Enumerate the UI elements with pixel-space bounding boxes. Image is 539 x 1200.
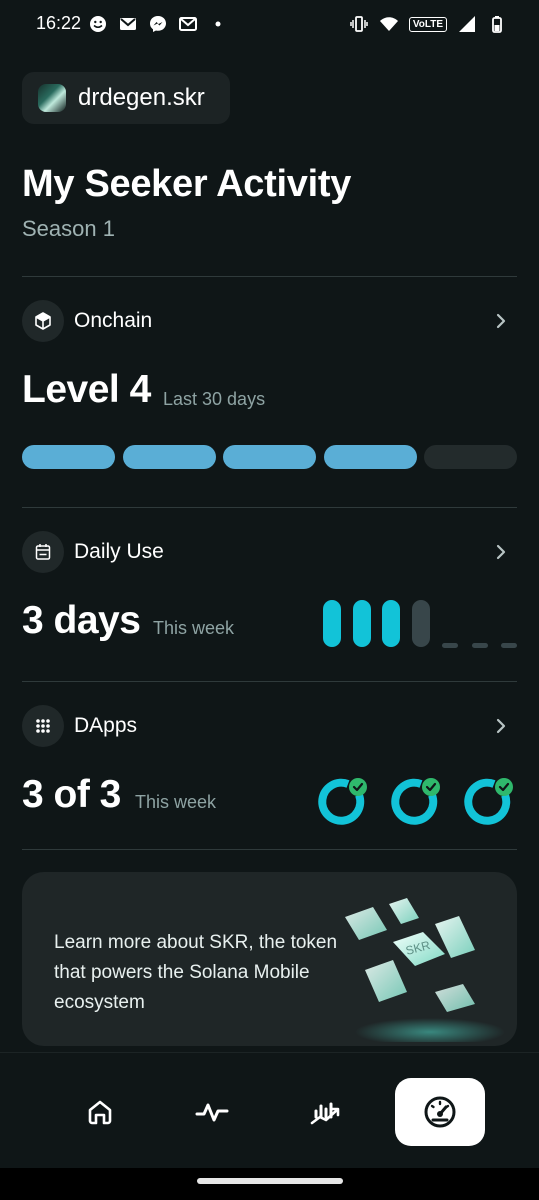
dapp-complete-ring-icon xyxy=(391,778,440,825)
wifi-icon xyxy=(379,17,398,31)
gesture-area xyxy=(0,1168,539,1200)
chevron-right-icon xyxy=(496,313,506,329)
calendar-icon xyxy=(35,544,51,560)
gmail-outline-icon xyxy=(179,17,197,31)
nav-home[interactable] xyxy=(55,1078,145,1146)
dapps-row[interactable]: DApps xyxy=(22,705,517,747)
battery-icon xyxy=(492,16,502,33)
onchain-label: Onchain xyxy=(74,309,153,332)
page-subtitle: Season 1 xyxy=(22,216,115,241)
level-bar-segment xyxy=(223,445,316,469)
gmail-icon xyxy=(120,18,136,30)
dapp-complete-ring-icon xyxy=(464,778,513,825)
onchain-period: Last 30 days xyxy=(163,389,266,409)
nav-gauge[interactable] xyxy=(395,1078,485,1146)
activity-screen: 16:22 VoLTE drdegen.skr My Seeker Activi… xyxy=(0,0,539,1200)
status-bar: 16:22 VoLTE xyxy=(0,0,539,48)
gauge-icon xyxy=(424,1096,456,1128)
level-bar-segment xyxy=(123,445,216,469)
level-bar-segment xyxy=(424,445,517,469)
divider xyxy=(22,849,517,850)
profile-name: drdegen.skr xyxy=(78,84,205,111)
cube-icon xyxy=(35,312,51,330)
avatar xyxy=(38,84,66,112)
divider xyxy=(22,681,517,682)
status-time: 16:22 xyxy=(36,13,82,33)
page-title: My Seeker Activity xyxy=(22,163,352,205)
daily-use-icon-wrap xyxy=(22,531,64,573)
onchain-row[interactable]: Onchain xyxy=(22,300,517,342)
day-pill-active xyxy=(353,600,371,647)
profile-chip[interactable]: drdegen.skr xyxy=(22,72,230,124)
cell-signal-icon xyxy=(459,16,475,32)
day-pill-today xyxy=(412,600,430,647)
day-dash-future xyxy=(442,643,458,648)
day-dash-future xyxy=(501,643,517,648)
level-bar-segment xyxy=(324,445,417,469)
level-bar-segment xyxy=(22,445,115,469)
home-icon xyxy=(88,1100,112,1125)
smiley-icon xyxy=(90,16,106,32)
daily-use-value: 3 days xyxy=(22,599,141,642)
divider xyxy=(22,507,517,508)
activity-icon xyxy=(195,1103,229,1122)
volte-badge: VoLTE xyxy=(408,16,447,32)
divider xyxy=(22,276,517,277)
grid-dots-icon xyxy=(36,719,50,733)
more-notifications-dot-icon xyxy=(215,21,221,27)
home-gesture-pill[interactable] xyxy=(197,1178,343,1184)
dapps-value: 3 of 3 xyxy=(22,773,121,816)
daily-use-label: Daily Use xyxy=(74,540,164,563)
daily-use-row[interactable]: Daily Use xyxy=(22,531,517,573)
messenger-icon xyxy=(150,16,166,32)
skr-tokens-illustration: SKR xyxy=(345,898,505,1042)
day-dash-future xyxy=(472,643,488,648)
dapps-label: DApps xyxy=(74,714,138,737)
nav-trending[interactable] xyxy=(280,1078,370,1146)
dapps-icon-wrap xyxy=(22,705,64,747)
skr-promo-card[interactable]: Learn more about SKR, the token that pow… xyxy=(22,872,517,1046)
trending-icon xyxy=(310,1102,340,1125)
system-icons: VoLTE xyxy=(349,14,507,34)
notification-icons xyxy=(88,14,228,34)
daily-use-period: This week xyxy=(153,618,235,638)
day-pill-active xyxy=(323,600,341,647)
chevron-right-icon xyxy=(496,718,506,734)
day-pill-active xyxy=(382,600,400,647)
onchain-level-value: Level 4 xyxy=(22,368,151,411)
chevron-right-icon xyxy=(496,544,506,560)
bottom-nav xyxy=(0,1052,539,1168)
dapp-complete-ring-icon xyxy=(318,778,367,825)
promo-text: Learn more about SKR, the token that pow… xyxy=(54,932,338,1013)
onchain-icon-wrap xyxy=(22,300,64,342)
vibrate-icon xyxy=(350,16,368,32)
dapps-period: This week xyxy=(135,792,217,812)
nav-activity[interactable] xyxy=(167,1078,257,1146)
